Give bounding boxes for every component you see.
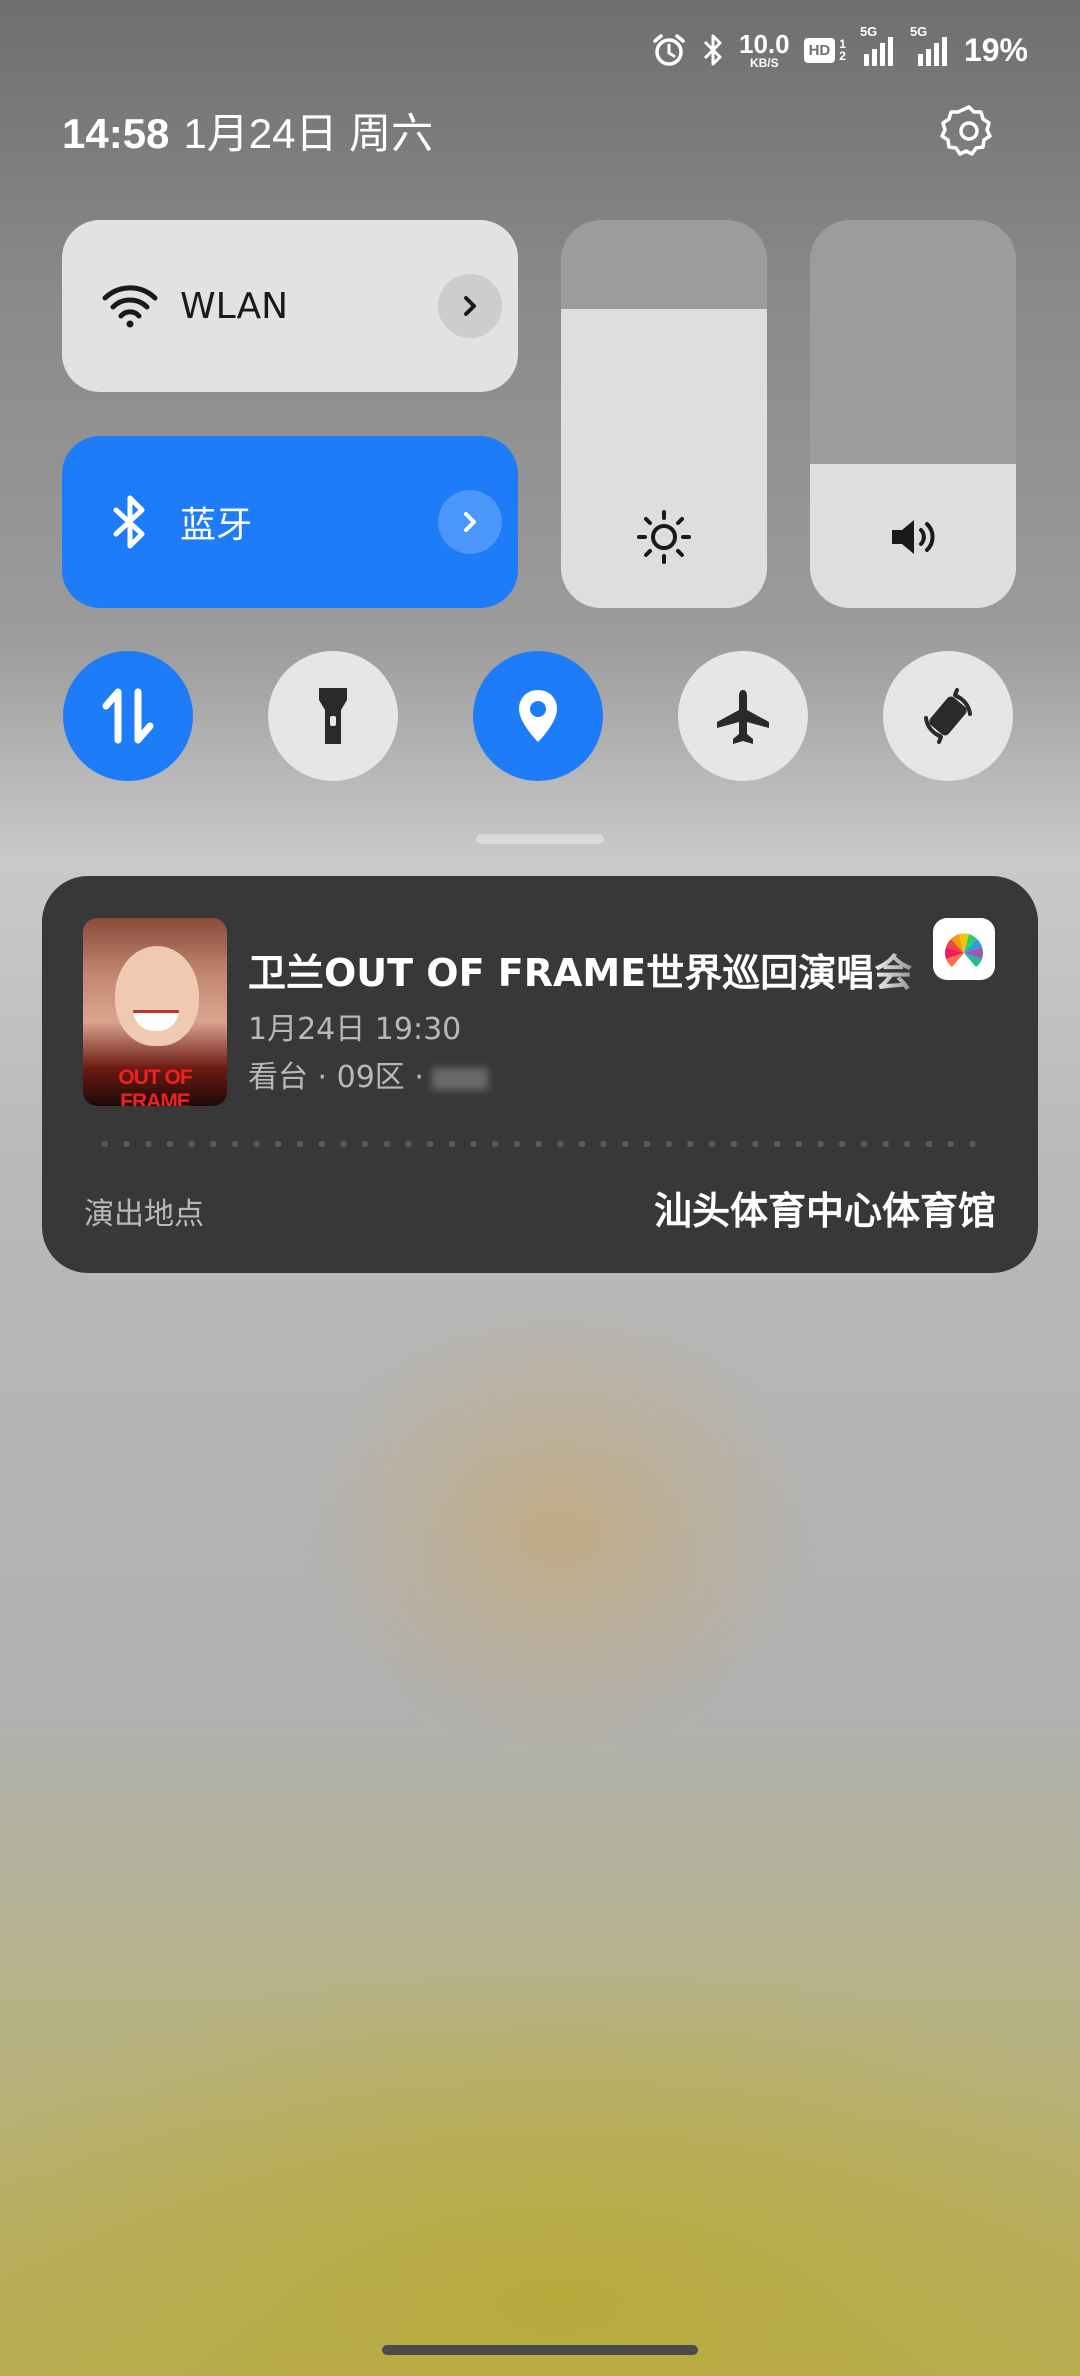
flashlight-toggle[interactable] [268, 651, 398, 781]
bluetooth-label: 蓝牙 [180, 505, 253, 546]
chevron-right-icon [464, 512, 476, 532]
brightness-icon [561, 508, 767, 566]
airplane-icon [717, 690, 769, 744]
volume-slider[interactable] [810, 220, 1016, 608]
seat-text: 看台 · 09区 · [248, 1060, 424, 1095]
location-icon [519, 690, 557, 742]
signal-icon: 5G [910, 24, 950, 68]
location-toggle[interactable] [473, 651, 603, 781]
home-indicator[interactable] [382, 2345, 698, 2355]
ticket-notification-card[interactable]: OUT OF FRAME 卫兰OUT OF FRAME世界巡回演唱会 1月24日… [42, 876, 1038, 1273]
network-speed-value: 10.0 [738, 29, 790, 59]
wlan-tile[interactable]: WLAN [62, 220, 518, 392]
network-speed-unit: KB/S [749, 56, 779, 70]
bluetooth-tile[interactable]: 蓝牙 [62, 436, 518, 608]
mobile-data-icon [102, 688, 154, 744]
ticket-app-icon [945, 933, 983, 967]
status-bar: 10.0 KB/S HD 12 5G 5G 19% [651, 24, 1028, 72]
wlan-label: WLAN [180, 285, 289, 327]
settings-icon[interactable] [940, 102, 998, 160]
auto-rotate-icon [924, 688, 972, 744]
date: 1月24日 周六 [183, 110, 434, 157]
sim2-type: 5G [909, 24, 928, 39]
wifi-icon [100, 276, 160, 336]
bluetooth-expand-button[interactable] [438, 490, 502, 554]
sim1-type: 5G [859, 24, 878, 39]
header-datetime: 14:58 1月24日 周六 [62, 100, 433, 161]
concert-title: 卫兰OUT OF FRAME世界巡回演唱会 [248, 951, 913, 995]
app-icon[interactable] [933, 918, 995, 980]
panel-drag-handle[interactable] [476, 834, 604, 844]
airplane-mode-toggle[interactable] [678, 651, 808, 781]
wlan-expand-button[interactable] [438, 274, 502, 338]
redacted-seat [431, 1067, 488, 1090]
mobile-data-toggle[interactable] [63, 651, 193, 781]
venue-name: 汕头体育中心体育馆 [653, 1189, 996, 1233]
poster-face [115, 946, 199, 1046]
venue-label: 演出地点 [84, 1197, 204, 1232]
bluetooth-icon [100, 492, 160, 552]
chevron-right-icon [464, 296, 476, 316]
alarm-icon [651, 32, 687, 68]
flashlight-icon [319, 688, 347, 744]
seat-info: 看台 · 09区 · [248, 1052, 488, 1096]
volume-icon [810, 508, 1016, 566]
brightness-slider[interactable] [561, 220, 767, 608]
auto-rotate-toggle[interactable] [883, 651, 1013, 781]
bluetooth-icon [701, 32, 725, 68]
network-speed: 10.0 KB/S [739, 31, 790, 69]
signal-icon: 5G [860, 24, 896, 68]
clock: 14:58 [62, 110, 170, 157]
hd-sim-indicator: 12 [839, 37, 846, 63]
concert-poster: OUT OF FRAME [83, 918, 227, 1106]
poster-title: OUT OF FRAME [118, 1066, 192, 1106]
battery-level: 19% [963, 31, 1028, 68]
hd-icon: HD [803, 37, 836, 63]
concert-datetime: 1月24日 19:30 [248, 1012, 462, 1047]
divider [94, 1141, 986, 1147]
